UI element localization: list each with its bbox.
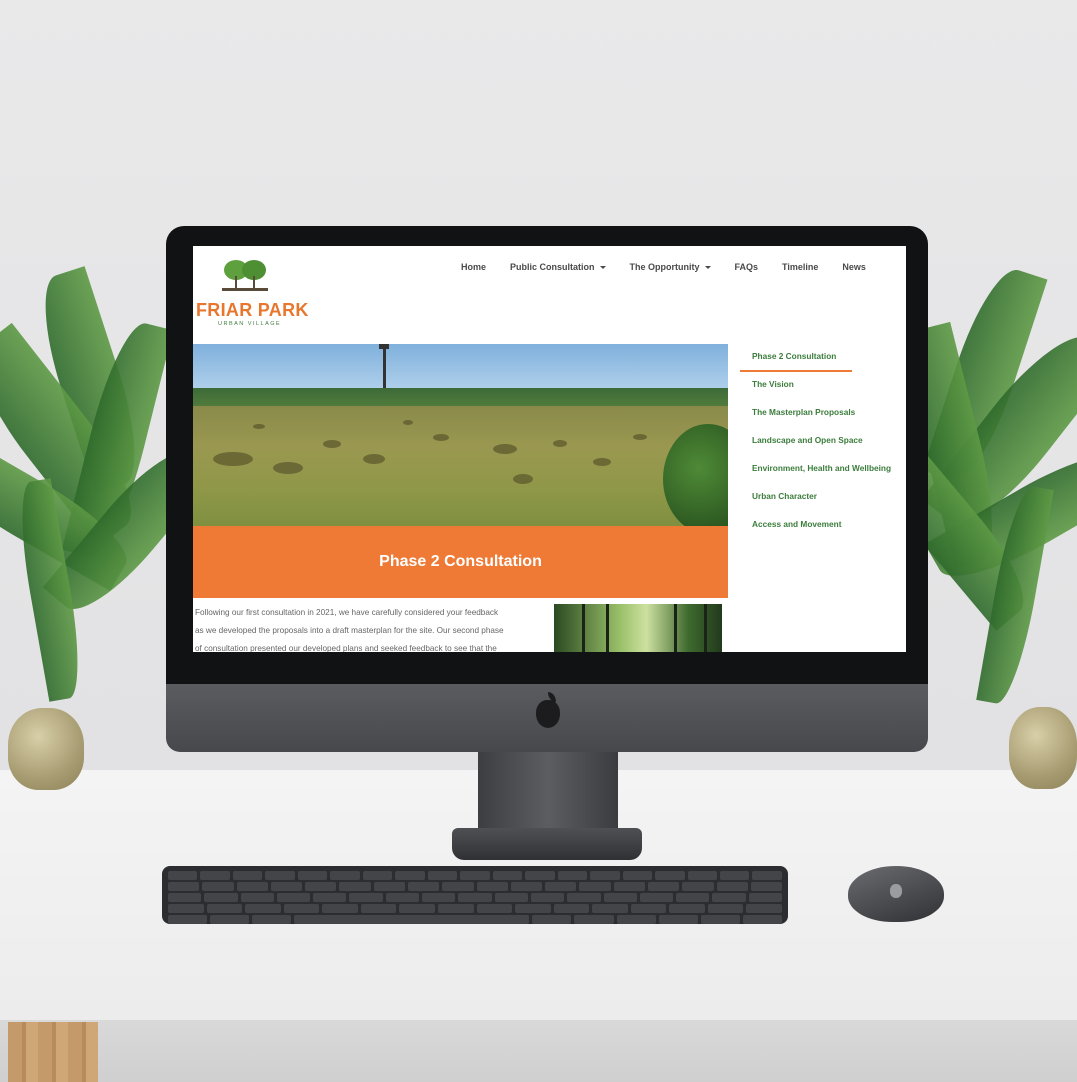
intro-text: Following our first consultation in 2021…: [195, 604, 540, 652]
right-plant: [867, 255, 1077, 790]
page-banner: Phase 2 Consultation: [193, 526, 728, 598]
logo-tagline: URBAN VILLAGE: [218, 321, 282, 327]
nav-public-consultation[interactable]: Public Consultation: [510, 262, 606, 272]
sidebar-item-phase-2-consultation[interactable]: Phase 2 Consultation: [740, 344, 852, 372]
sidebar-item-landscape-open-space[interactable]: Landscape and Open Space: [740, 428, 906, 456]
nav-the-opportunity[interactable]: The Opportunity: [630, 262, 711, 272]
nav-label: The Opportunity: [629, 262, 700, 272]
nav-home[interactable]: Home: [461, 262, 486, 272]
mouse: [848, 866, 944, 922]
desk-edge: [0, 1020, 1077, 1082]
nav-news[interactable]: News: [842, 262, 866, 272]
nav-faqs[interactable]: FAQs: [735, 262, 759, 272]
nav-label: Timeline: [782, 262, 819, 272]
browser-screen: FRIAR PARK URBAN VILLAGE Home Public Con…: [193, 246, 906, 652]
desk-leg: [8, 1022, 98, 1082]
monitor-stand-foot: [452, 828, 642, 860]
sidebar-item-access-movement[interactable]: Access and Movement: [740, 512, 906, 540]
chevron-down-icon: [599, 265, 606, 269]
intro-line: Following our first consultation in 2021…: [195, 608, 499, 617]
sidebar-item-urban-character[interactable]: Urban Character: [740, 484, 906, 512]
main-nav: Home Public Consultation The Opportunity…: [461, 262, 866, 272]
hero-image: [193, 344, 728, 526]
section-sidebar: Phase 2 Consultation The Vision The Mast…: [740, 344, 906, 540]
logo-title: FRIAR PARK: [196, 300, 309, 320]
nav-label: Home: [461, 262, 487, 272]
nav-label: FAQs: [734, 262, 759, 272]
intro-line: as we developed the proposals into a dra…: [195, 626, 504, 635]
page-title: Phase 2 Consultation: [379, 553, 542, 570]
apple-logo-icon: [536, 692, 560, 728]
apple-logo-icon: [890, 884, 902, 898]
chevron-down-icon: [704, 265, 711, 269]
site-logo[interactable]: FRIAR PARK URBAN VILLAGE: [196, 256, 309, 328]
intro-line: of consultation presented our developed …: [195, 644, 497, 652]
nav-label: Public Consultation: [510, 262, 595, 272]
monitor-stand-neck: [478, 752, 618, 832]
tree-logo-icon: [222, 260, 268, 291]
keyboard: [162, 866, 788, 924]
sidebar-item-environment-health-wellbeing[interactable]: Environment, Health and Wellbeing: [740, 456, 906, 484]
nav-label: News: [842, 262, 866, 272]
nav-timeline[interactable]: Timeline: [782, 262, 818, 272]
sidebar-item-masterplan-proposals[interactable]: The Masterplan Proposals: [740, 400, 906, 428]
woodland-image: [554, 604, 722, 652]
sidebar-item-the-vision[interactable]: The Vision: [740, 372, 906, 400]
left-plant: [0, 260, 218, 790]
